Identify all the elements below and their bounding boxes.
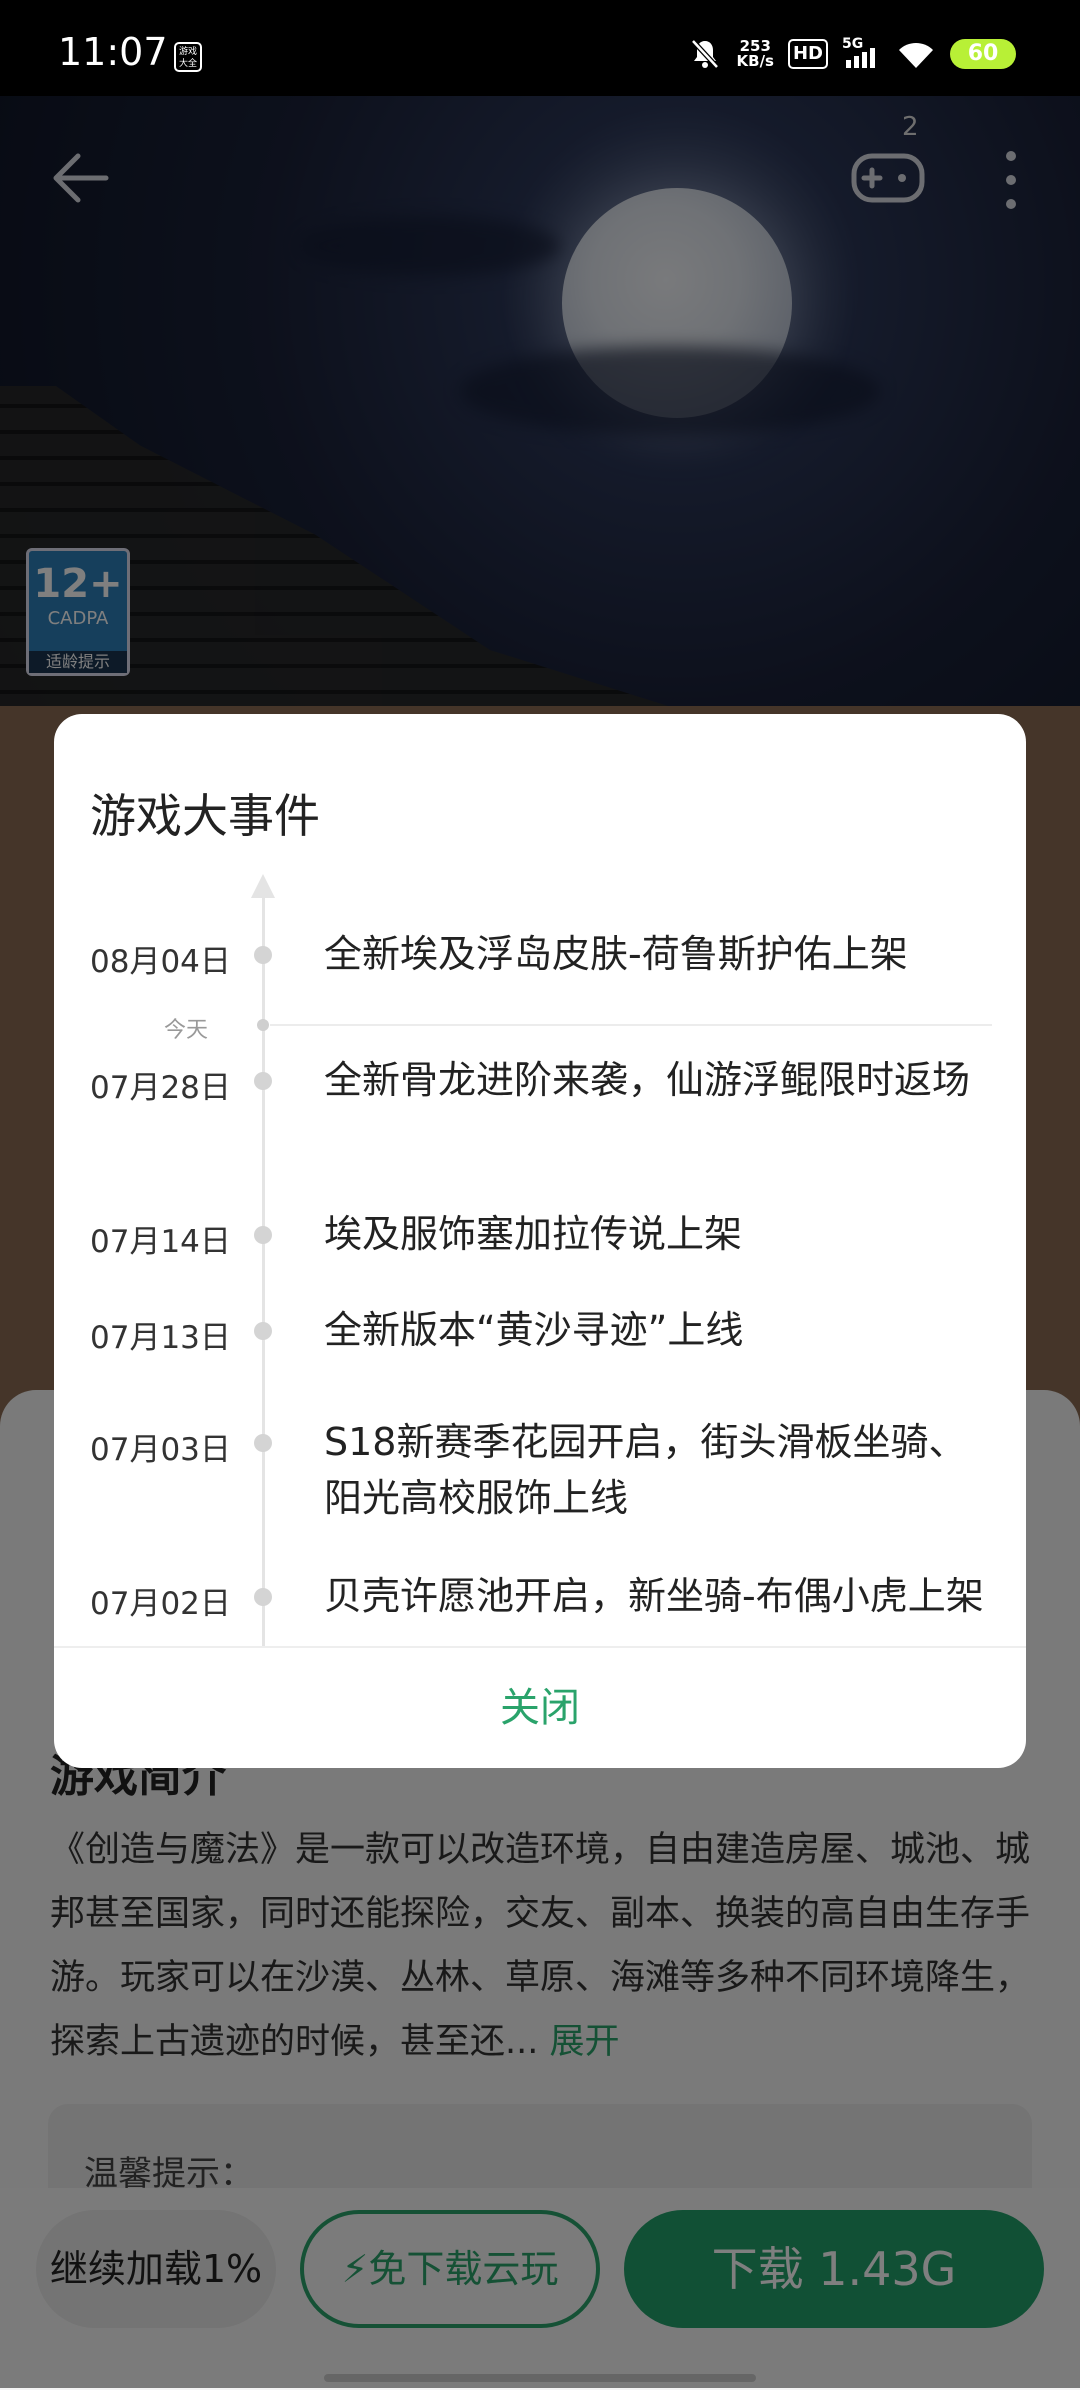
status-icons: 253 KB/s HD 5G 60 <box>687 36 1016 72</box>
events-timeline[interactable]: 08月04日 全新埃及浮岛皮肤-荷鲁斯护佑上架 今天 07月28日 全新骨龙进阶… <box>54 874 1026 1360</box>
status-time: 11:07 <box>58 30 168 74</box>
timeline-arrow-icon <box>251 874 275 898</box>
battery-icon: 60 <box>950 39 1016 69</box>
network-speed: 253 KB/s <box>737 39 774 69</box>
event-text[interactable]: 全新埃及浮岛皮肤-荷鲁斯护佑上架 <box>324 926 984 982</box>
timeline-dot <box>254 1434 272 1452</box>
status-bar: 11:07 游戏大全 253 KB/s HD 5G 60 <box>0 0 1080 96</box>
mute-bell-icon <box>690 39 719 69</box>
event-date: 08月04日 <box>90 944 231 980</box>
event-text[interactable]: 贝壳许愿池开启，新坐骑-布偶小虎上架 <box>324 1568 984 1624</box>
close-button[interactable]: 关闭 <box>54 1648 1026 1768</box>
game-events-dialog: 游戏大事件 08月04日 全新埃及浮岛皮肤-荷鲁斯护佑上架 今天 07月28日 … <box>54 714 1026 1768</box>
event-date: 07月28日 <box>90 1070 231 1106</box>
event-date: 07月14日 <box>90 1224 231 1260</box>
timeline-dot <box>254 1226 272 1244</box>
dialog-title: 游戏大事件 <box>90 789 320 843</box>
event-text[interactable]: 全新版本“黄沙寻迹”上线 <box>324 1302 984 1358</box>
event-date: 07月13日 <box>90 1320 231 1356</box>
timeline-dot <box>254 1588 272 1606</box>
today-dot <box>257 1019 269 1031</box>
app-notification-icon: 游戏大全 <box>174 42 202 72</box>
timeline-dot <box>254 1322 272 1340</box>
event-date: 07月03日 <box>90 1432 231 1468</box>
event-text[interactable]: 全新骨龙进阶来袭，仙游浮鲲限时返场 <box>324 1052 984 1108</box>
event-text[interactable]: 埃及服饰塞加拉传说上架 <box>324 1206 984 1262</box>
today-label: 今天 <box>164 1018 209 1043</box>
wifi-icon <box>899 42 933 68</box>
signal-5g-icon: 5G <box>842 36 882 70</box>
event-date: 07月02日 <box>90 1586 231 1622</box>
network-speed-unit: KB/s <box>736 52 774 70</box>
timeline-dot <box>254 946 272 964</box>
timeline-dot <box>254 1072 272 1090</box>
event-text[interactable]: S18新赛季花园开启，街头滑板坐骑、阳光高校服饰上线 <box>324 1414 984 1526</box>
hd-icon: HD <box>787 39 828 69</box>
today-divider <box>270 1024 992 1026</box>
events-timeline-continued[interactable]: 07月03日 S18新赛季花园开启，街头滑板坐骑、阳光高校服饰上线 07月02日… <box>54 1360 1026 1646</box>
